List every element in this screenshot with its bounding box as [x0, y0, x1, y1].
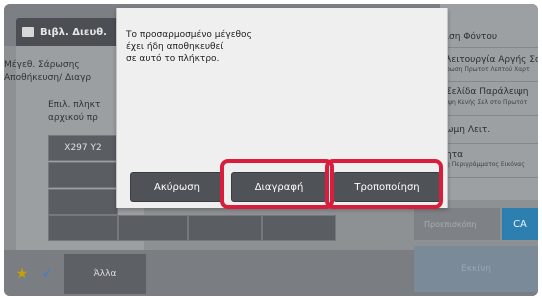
- right-panel-item[interactable]: ητα η Περιγράμματος Εικόνας: [440, 144, 538, 178]
- address-book-icon: [22, 27, 34, 37]
- device-screen-frame: Βιβλ. Διευθ. Μέγεθ. Σάρωσης Αποθήκευση/ …: [0, 0, 542, 298]
- other-button[interactable]: Άλλα: [64, 254, 146, 294]
- store-delete-label: Αποθήκευση/ Διαγρ: [4, 73, 92, 83]
- right-panel-item[interactable]: ιση Φόντου: [440, 4, 538, 48]
- custom-size-key-button[interactable]: [188, 215, 262, 241]
- custom-size-key-button[interactable]: X297 Y2: [48, 135, 118, 161]
- dialog-message: Το προσαρμοσμένο μέγεθος έχει ήδη αποθηκ…: [126, 30, 252, 64]
- confirmation-dialog: Το προσαρμοσμένο μέγεθος έχει ήδη αποθηκ…: [116, 8, 448, 208]
- right-panel-item-subtitle: ρωση Πρωτοτ Λεπτού Χαρτ: [446, 66, 530, 73]
- custom-size-key-button[interactable]: [118, 215, 188, 241]
- right-panel-item-subtitle: ιψη Κενής Σελ στο Πρωτότ: [446, 99, 528, 106]
- right-panel-item-title: ιση Φόντου: [446, 32, 498, 42]
- delete-button[interactable]: Διαγραφή: [231, 172, 327, 202]
- right-panel-item-subtitle: η Περιγράμματος Εικόνας: [446, 161, 525, 168]
- right-panel-item[interactable]: ωμη Λειτ.: [440, 116, 538, 144]
- right-panel: ιση Φόντου λειτουργία Αργής Σαρωσ ρωση Π…: [440, 4, 538, 200]
- select-key-prompt: Επιλ. πληκτ αρχικού πρ: [48, 100, 101, 123]
- favorite-star-icon[interactable]: ★: [12, 254, 32, 294]
- check-icon[interactable]: ✓: [34, 254, 60, 294]
- custom-size-key-button[interactable]: [262, 215, 336, 241]
- right-panel-item[interactable]: Σελίδα Παράλειψη ιψη Κενής Σελ στο Πρωτό…: [440, 82, 538, 116]
- right-panel-item-title: Σελίδα Παράλειψη: [446, 87, 529, 97]
- cancel-button[interactable]: Ακύρωση: [130, 172, 224, 202]
- right-panel-item-title: λειτουργία Αργής Σαρωσ: [446, 55, 538, 65]
- preview-button[interactable]: Προεπισκόπη: [414, 208, 500, 240]
- clear-all-button[interactable]: CA: [502, 208, 538, 240]
- right-panel-item-title: ητα: [446, 150, 464, 160]
- right-panel-item[interactable]: λειτουργία Αργής Σαρωσ ρωση Πρωτοτ Λεπτο…: [440, 48, 538, 82]
- right-panel-item-title: ωμη Λειτ.: [446, 125, 491, 135]
- custom-size-key-button[interactable]: [48, 162, 118, 188]
- modify-button[interactable]: Τροποποίηση: [333, 172, 441, 202]
- address-book-label: Βιβλ. Διευθ.: [40, 26, 107, 38]
- start-button[interactable]: Εκκίνη: [414, 246, 538, 292]
- touch-screen: Βιβλ. Διευθ. Μέγεθ. Σάρωσης Αποθήκευση/ …: [4, 4, 538, 296]
- custom-size-key-button[interactable]: [48, 189, 118, 215]
- custom-size-key-button[interactable]: [48, 215, 118, 241]
- scan-size-label: Μέγεθ. Σάρωσης: [4, 60, 80, 70]
